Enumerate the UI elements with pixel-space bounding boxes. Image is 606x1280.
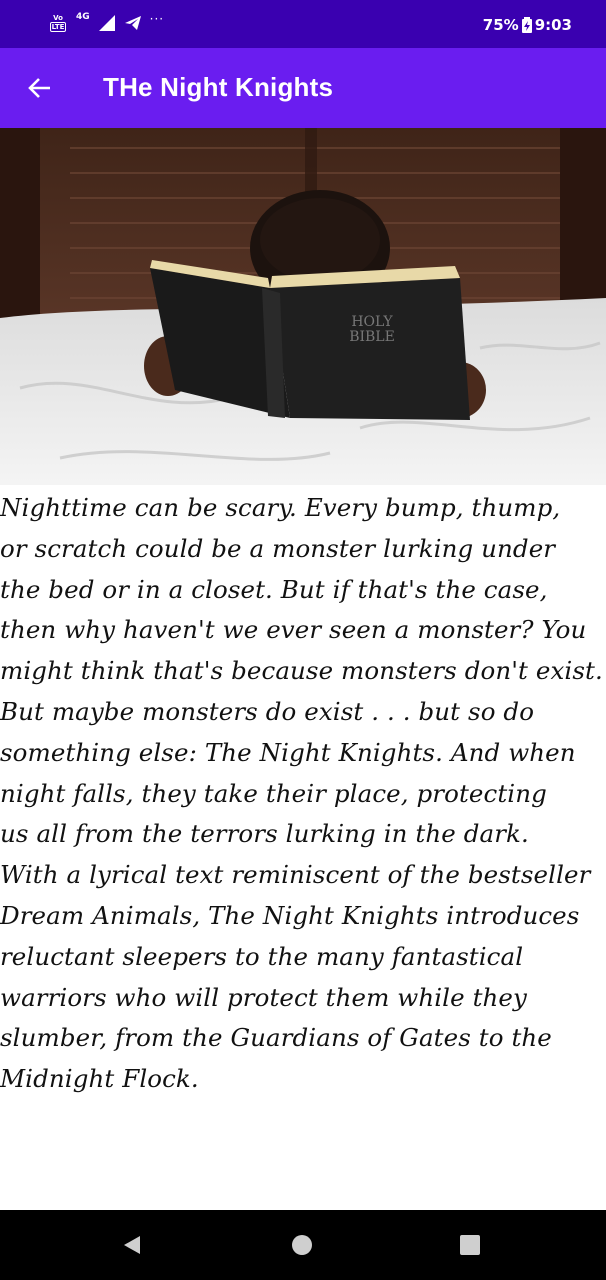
status-icons-right: 75% 9:03: [483, 16, 572, 34]
battery-charging-icon: [521, 17, 532, 33]
child-reading-bible-image: HOLY BIBLE: [0, 128, 606, 485]
clock: 9:03: [534, 16, 572, 34]
network-type: 4G: [76, 12, 90, 22]
story-text: Nighttime can be scary. Every bump, thum…: [0, 493, 603, 1094]
book-cover-line1: HOLY: [351, 314, 393, 330]
circle-home-icon[interactable]: [290, 1233, 314, 1257]
triangle-back-icon[interactable]: [120, 1233, 144, 1257]
square-recents-icon[interactable]: [458, 1233, 482, 1257]
signal-icon: [98, 15, 115, 31]
navigation-bar: [0, 1210, 606, 1280]
cover-image: HOLY BIBLE: [0, 128, 606, 485]
book-cover-line2: BIBLE: [349, 329, 395, 345]
more-notifications-icon: ···: [149, 12, 165, 26]
page-title: THe Night Knights: [103, 72, 334, 102]
arrow-left-icon[interactable]: [26, 74, 54, 102]
telegram-icon: [124, 16, 141, 30]
app-bar: THe Night Knights: [0, 48, 606, 128]
status-icons-left: Vo LTE 4G ···: [48, 12, 164, 34]
volte-label: Vo: [53, 14, 63, 22]
status-bar: Vo LTE 4G ··· 75% 9:03: [0, 0, 606, 48]
volte-icon: Vo LTE: [48, 12, 68, 34]
lte-label: LTE: [49, 22, 67, 32]
battery-percent: 75%: [482, 16, 519, 34]
